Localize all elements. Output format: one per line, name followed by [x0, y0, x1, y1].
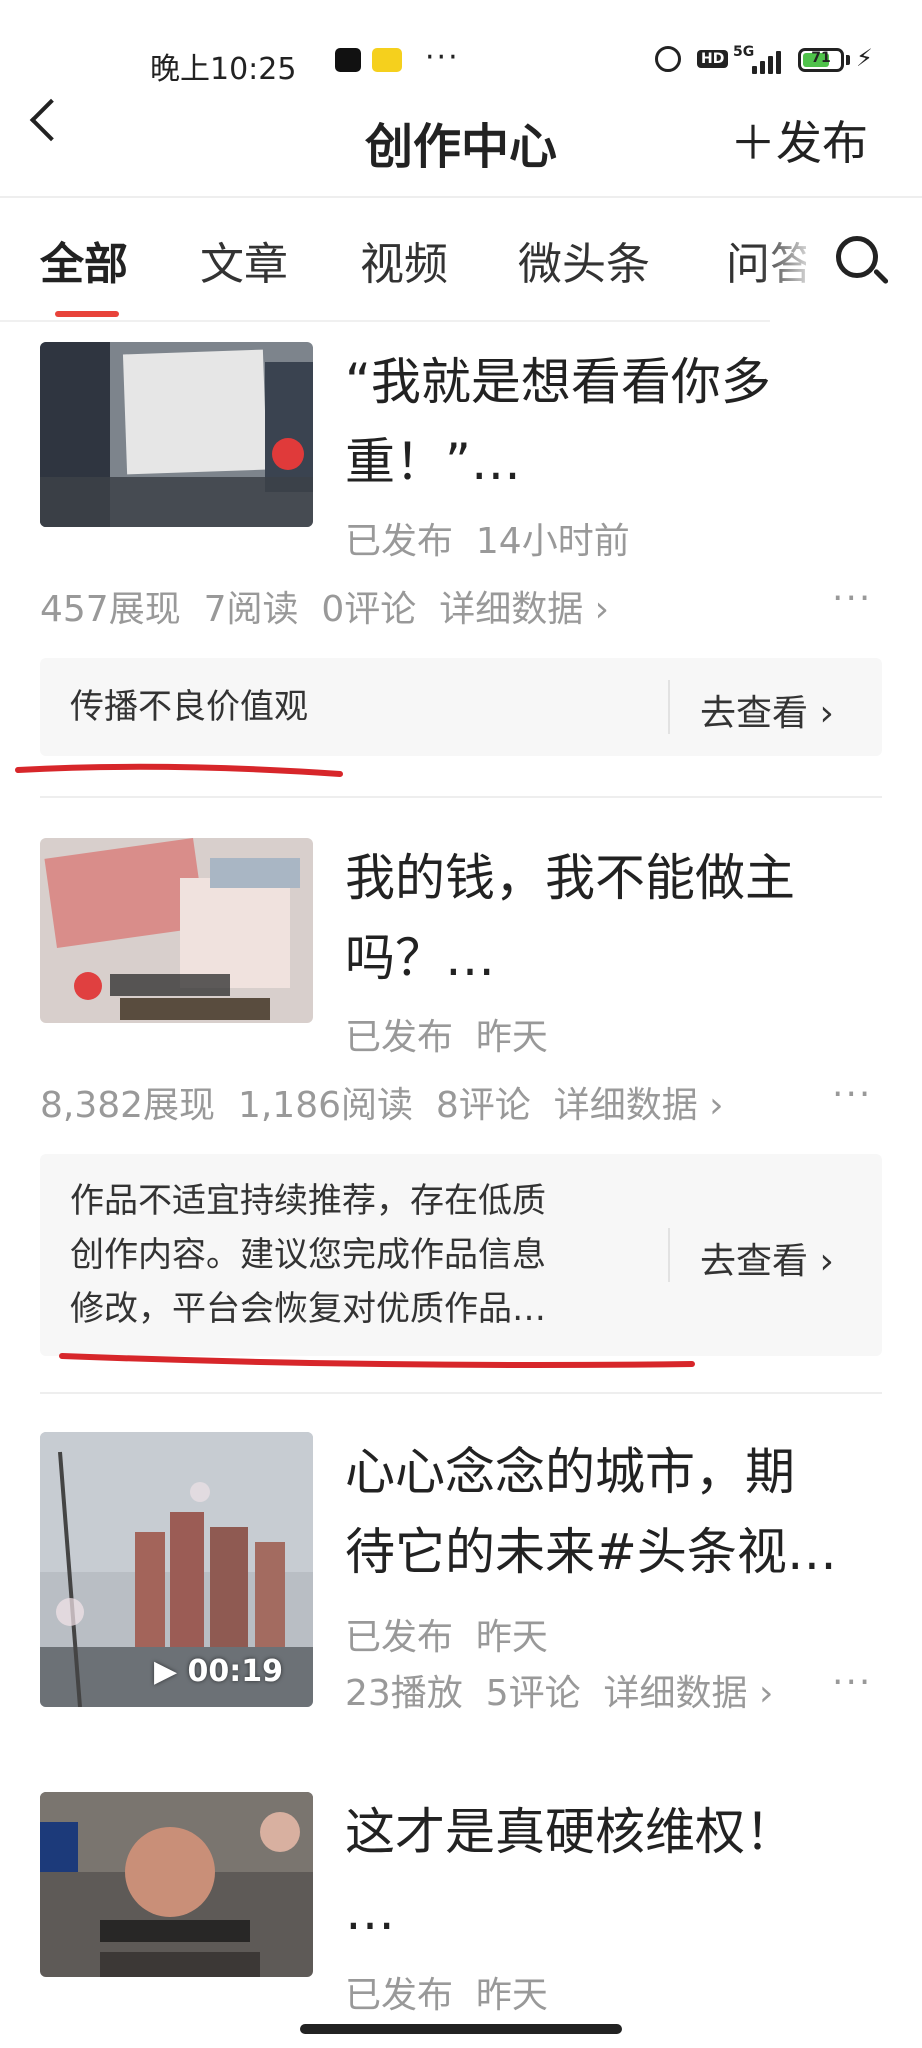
- publish-time: 昨天: [475, 1975, 548, 2016]
- publish-status: 已发布: [345, 521, 454, 562]
- stats-text: 8,382展现 1,186阅读 8评论: [40, 1085, 531, 1126]
- notice-text: 传播不良价值观: [70, 687, 308, 727]
- status-time: 晚上10:25: [150, 52, 297, 87]
- article-meta: 已发布 昨天: [345, 1966, 548, 2018]
- article-title[interactable]: 我的钱，我不能做主 吗？…: [345, 838, 875, 998]
- home-indicator[interactable]: [300, 2024, 622, 2034]
- notice-divider: [668, 680, 670, 734]
- article-thumbnail[interactable]: [40, 342, 313, 527]
- thumbnail-image: [40, 342, 313, 527]
- charging-icon: ⚡: [856, 44, 873, 72]
- battery-nub: [846, 55, 850, 65]
- article-meta: 已发布 昨天: [345, 1608, 548, 1660]
- article-stats: 23播放 5评论 详细数据 ›: [345, 1664, 773, 1716]
- publish-status: 已发布: [345, 1975, 454, 2016]
- more-options-icon[interactable]: ···: [832, 1662, 872, 1703]
- article-meta: 已发布 14小时前: [345, 512, 630, 564]
- article-stats: 8,382展现 1,186阅读 8评论 详细数据 ›: [40, 1076, 724, 1128]
- alarm-icon: [655, 46, 681, 72]
- notice-box: 作品不适宜持续推荐，存在低质 创作内容。建议您完成作品信息 修改，平台会恢复对优…: [40, 1154, 882, 1356]
- publish-time: 昨天: [475, 1017, 548, 1058]
- app-notification-icon: [372, 48, 402, 72]
- header-divider: [0, 196, 922, 198]
- notice-line: 创作内容。建议您完成作品信息: [70, 1235, 546, 1275]
- annotation-underline: [59, 1353, 695, 1368]
- tab-articles[interactable]: 文章: [200, 228, 288, 292]
- article-stats: 457展现 7阅读 0评论 详细数据 ›: [40, 580, 609, 632]
- article-divider: [40, 1392, 882, 1394]
- thumbnail-image: [40, 838, 313, 1023]
- detail-data-link[interactable]: 详细数据 ›: [604, 1673, 774, 1714]
- detail-data-link[interactable]: 详细数据 ›: [554, 1085, 724, 1126]
- view-notice-link[interactable]: 去查看 ›: [700, 1232, 834, 1284]
- article-title-line1: “我就是想看看你多: [345, 353, 771, 411]
- thumbnail-image: [40, 1792, 313, 1977]
- more-notifications-icon: ···: [425, 40, 460, 75]
- hd-icon: HD: [697, 50, 729, 68]
- article-divider: [40, 796, 882, 798]
- view-notice-link[interactable]: 去查看 ›: [700, 684, 834, 736]
- article-title[interactable]: 这才是真硬核维权！ …: [345, 1792, 875, 1952]
- publish-status: 已发布: [345, 1017, 454, 1058]
- tab-all[interactable]: 全部: [40, 228, 128, 292]
- article-title-line2: 吗？…: [345, 929, 495, 987]
- detail-data-link[interactable]: 详细数据 ›: [439, 589, 609, 630]
- article-title-line1: 这才是真硬核维权！: [345, 1803, 795, 1861]
- tab-micro-headlines[interactable]: 微头条: [518, 228, 650, 292]
- article-thumbnail[interactable]: [40, 838, 313, 1023]
- article-title[interactable]: “我就是想看看你多 重！”…: [345, 342, 875, 502]
- article-meta: 已发布 昨天: [345, 1008, 548, 1060]
- publish-time: 14小时前: [475, 521, 630, 562]
- article-title-line1: 心心念念的城市，期: [345, 1443, 795, 1501]
- tab-videos[interactable]: 视频: [360, 228, 448, 292]
- article-title-line2: 重！”…: [345, 433, 521, 491]
- stats-text: 457展现 7阅读 0评论: [40, 589, 417, 630]
- article-title-line1: 我的钱，我不能做主: [345, 849, 795, 907]
- notice-text: 作品不适宜持续推荐，存在低质 创作内容。建议您完成作品信息 修改，平台会恢复对优…: [70, 1174, 546, 1336]
- more-options-icon[interactable]: ···: [832, 578, 872, 619]
- video-duration: ▶ 00:19: [153, 1654, 283, 1689]
- active-tab-indicator: [55, 311, 119, 317]
- more-options-icon[interactable]: ···: [832, 1074, 872, 1115]
- battery-icon: 71: [798, 48, 844, 72]
- video-thumbnail[interactable]: [40, 1792, 313, 1977]
- battery-level: 71: [811, 50, 831, 66]
- signal-icon: [752, 48, 788, 74]
- publish-status: 已发布: [345, 1617, 454, 1658]
- publish-time: 昨天: [475, 1617, 548, 1658]
- annotation-underline: [15, 763, 343, 777]
- search-icon[interactable]: [836, 236, 878, 278]
- tiktok-icon: [335, 48, 361, 72]
- search-icon-handle: [872, 268, 890, 285]
- article-title[interactable]: 心心念念的城市，期 待它的未来#头条视…: [345, 1432, 875, 1592]
- tabs-divider: [0, 320, 770, 322]
- article-title-line2: …: [345, 1883, 395, 1941]
- notice-divider: [668, 1228, 670, 1282]
- video-thumbnail[interactable]: ▶ 00:19: [40, 1432, 313, 1707]
- notice-box: 传播不良价值观 去查看 ›: [40, 658, 882, 756]
- notice-line: 作品不适宜持续推荐，存在低质: [70, 1181, 546, 1221]
- tab-fade: [760, 220, 820, 290]
- notice-line: 修改，平台会恢复对优质作品…: [70, 1289, 546, 1329]
- article-title-line2: 待它的未来#头条视…: [345, 1523, 837, 1581]
- publish-button[interactable]: ＋发布: [730, 107, 868, 173]
- stats-text: 23播放 5评论: [345, 1673, 581, 1714]
